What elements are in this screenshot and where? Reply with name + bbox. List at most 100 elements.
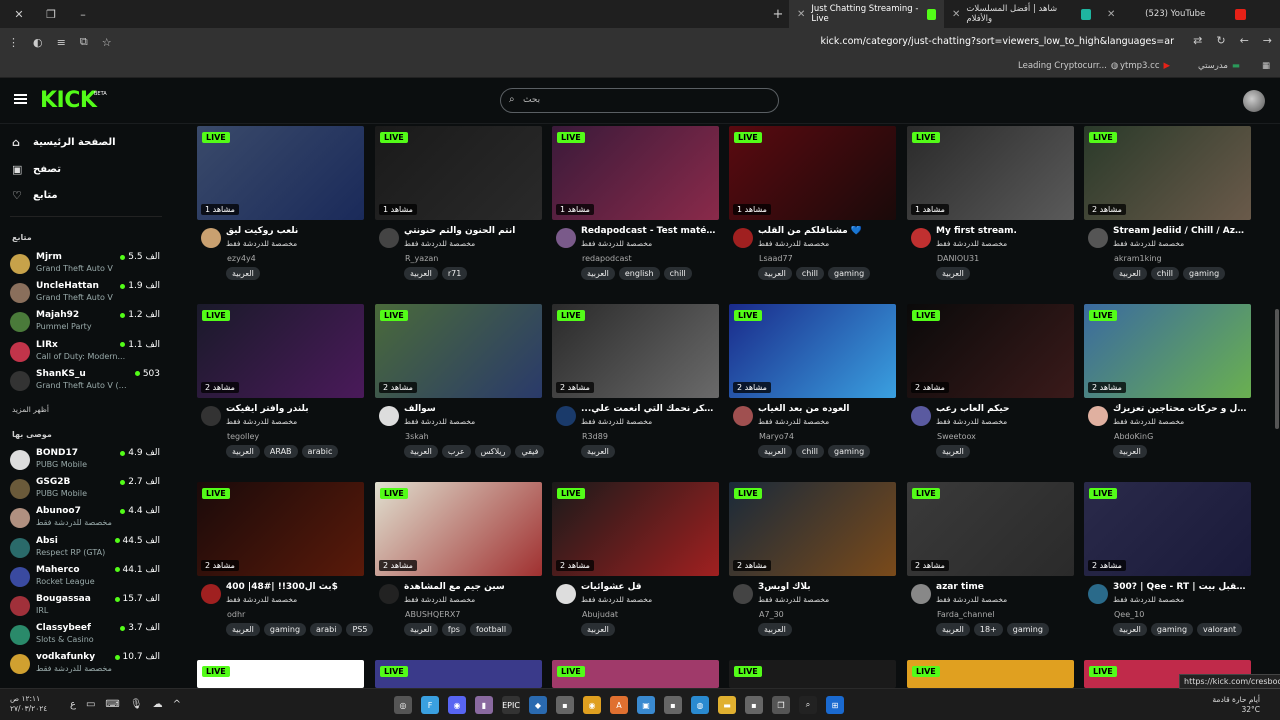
stream-tag[interactable]: العربية: [581, 267, 615, 280]
stream-thumbnail[interactable]: LIVE 2 مشاهد: [1084, 126, 1251, 220]
stream-tag[interactable]: العربية: [226, 623, 260, 636]
stream-tag[interactable]: football: [469, 623, 513, 636]
stream-tag[interactable]: r71: [441, 267, 468, 280]
stream-card[interactable]: LIVE 1 مشاهد نلعب روكيت ليق مخصصة للدردشة ف…: [197, 126, 364, 280]
app-icon[interactable]: ▮: [475, 696, 493, 714]
stream-tag[interactable]: العربية: [581, 445, 615, 458]
stream-thumbnail[interactable]: LIVE: [375, 660, 542, 688]
stream-category[interactable]: مخصصة للدردشة فقط: [226, 239, 297, 248]
app-icon[interactable]: ◆: [529, 696, 547, 714]
streamer-avatar[interactable]: [911, 584, 931, 604]
stream-card[interactable]: LIVE: [197, 660, 364, 688]
stream-tag[interactable]: فيفي: [515, 445, 545, 458]
search-icon[interactable]: ⌕: [799, 696, 817, 714]
stream-tag[interactable]: العربية: [1113, 623, 1147, 636]
stream-tag[interactable]: english: [618, 267, 660, 280]
start-icon[interactable]: ⊞: [826, 696, 844, 714]
stream-card[interactable]: LIVE 1 مشاهد My first stream. مخصصة للدردشة…: [907, 126, 1074, 280]
streamer-name[interactable]: Farda_channel: [937, 610, 995, 619]
app-icon[interactable]: ▪: [745, 696, 763, 714]
stream-card[interactable]: LIVE 2 مشاهد Stream Jediid / Chill / Aza..…: [1084, 126, 1251, 280]
streamer-name[interactable]: ABUSHQERX7: [405, 610, 460, 619]
close-tab-icon[interactable]: ✕: [1107, 9, 1115, 20]
sidebar-item-home[interactable]: ⌂ الصفحة الرئيسية: [12, 136, 116, 149]
stream-tag[interactable]: العربية: [1113, 267, 1147, 280]
stream-thumbnail[interactable]: LIVE 2 مشاهد: [907, 482, 1074, 576]
discord-icon[interactable]: ◉: [448, 696, 466, 714]
stream-title[interactable]: My first stream.: [936, 226, 1071, 236]
streamer-avatar[interactable]: [733, 406, 753, 426]
stream-tag[interactable]: fps: [441, 623, 466, 636]
streamer-avatar[interactable]: [733, 584, 753, 604]
streamer-name[interactable]: Qee_10: [1114, 610, 1144, 619]
stream-tag[interactable]: gaming: [828, 267, 871, 280]
streamer-avatar[interactable]: [379, 406, 399, 426]
stream-category[interactable]: مخصصة للدردشة فقط: [758, 417, 829, 426]
stream-tag[interactable]: PS5: [346, 623, 374, 636]
weather-widget[interactable]: أيام حارة قادمة 32°C: [1212, 695, 1260, 715]
streamer-name[interactable]: Maryo74: [759, 432, 794, 441]
stream-tag[interactable]: valorant: [1197, 623, 1243, 636]
streamer-name[interactable]: 3skah: [405, 432, 429, 441]
app-icon[interactable]: A: [610, 696, 628, 714]
sidebar-channel[interactable]: Classybeef Slots & Casino 3.7 الف: [10, 623, 160, 649]
stream-title[interactable]: حيكم العاب رعب: [936, 404, 1071, 414]
sidebar-channel[interactable]: vodkafunky مخصصة للدردشة فقط 10.7 الف: [10, 652, 160, 678]
streamer-avatar[interactable]: [911, 406, 931, 426]
streamer-avatar[interactable]: [379, 584, 399, 604]
stream-thumbnail[interactable]: LIVE: [729, 660, 896, 688]
streamer-avatar[interactable]: [1088, 584, 1108, 604]
streamer-name[interactable]: Abujudat: [582, 610, 618, 619]
streamer-name[interactable]: tegolley: [227, 432, 259, 441]
stream-thumbnail[interactable]: LIVE: [197, 660, 364, 688]
show-more-link[interactable]: أظهر المزيد: [12, 405, 49, 414]
stream-thumbnail[interactable]: LIVE 2 مشاهد: [375, 482, 542, 576]
streamer-name[interactable]: ezy4y4: [227, 254, 256, 263]
scrollbar[interactable]: [1275, 124, 1279, 684]
stream-card[interactable]: LIVE 1 مشاهد مشتاقلكم من القلب 💙 مخصصة للدر…: [729, 126, 896, 280]
stream-thumbnail[interactable]: LIVE 2 مشاهد: [552, 304, 719, 398]
stream-title[interactable]: 300? | Qee - RT | المستقبل بيت: [1113, 582, 1248, 592]
kick-logo[interactable]: KICK: [40, 88, 97, 113]
stream-category[interactable]: مخصصة للدردشة فقط: [581, 239, 652, 248]
streamer-avatar[interactable]: [379, 228, 399, 248]
bookmark-star-icon[interactable]: ☆: [102, 36, 112, 49]
streamer-avatar[interactable]: [911, 228, 931, 248]
user-avatar[interactable]: [1243, 90, 1265, 112]
close-tab-icon[interactable]: ✕: [952, 9, 960, 20]
stream-title[interactable]: بلاك اوبس3: [758, 582, 893, 592]
stream-tag[interactable]: 18+: [973, 623, 1003, 636]
tab-search-icon[interactable]: ≡: [57, 36, 66, 49]
stream-tag[interactable]: ARAB: [263, 445, 298, 458]
epic-games-icon[interactable]: EPIC: [502, 696, 520, 714]
site-settings-icon[interactable]: ⇄: [1193, 34, 1202, 47]
streamer-name[interactable]: Lsaad77: [759, 254, 793, 263]
sidebar-item-following[interactable]: ♡ متابع: [12, 189, 58, 202]
streamer-avatar[interactable]: [1088, 406, 1108, 426]
stream-card[interactable]: LIVE 2 مشاهد العوده من بعد الغياب مخصصة للد…: [729, 304, 896, 458]
stream-title[interactable]: نلعب روكيت ليق: [226, 226, 361, 236]
stream-tag[interactable]: chill: [1150, 267, 1180, 280]
stream-tag[interactable]: arabic: [301, 445, 339, 458]
streamer-avatar[interactable]: [556, 584, 576, 604]
reload-icon[interactable]: ↻: [1216, 34, 1225, 47]
stream-category[interactable]: مخصصة للدردشة فقط: [936, 417, 1007, 426]
stream-card[interactable]: LIVE 2 مشاهد بلندر وافتر ايفيكت مخصصة للدرد…: [197, 304, 364, 458]
streamer-avatar[interactable]: [556, 228, 576, 248]
streamer-name[interactable]: AbdoKinG: [1114, 432, 1153, 441]
lang-icon[interactable]: ع: [70, 699, 76, 710]
sidebar-channel[interactable]: GSG2B PUBG Mobile 2.7 الف: [10, 477, 160, 503]
stream-card[interactable]: LIVE 2 مشاهد بث ال300!! |#48| 400$ مخصصة لل…: [197, 482, 374, 636]
stream-title[interactable]: مشتاقلكم من القلب 💙: [758, 226, 893, 236]
stream-category[interactable]: مخصصة للدردشة فقط: [1113, 417, 1184, 426]
stream-thumbnail[interactable]: LIVE 1 مشاهد: [552, 126, 719, 220]
app-icon[interactable]: F: [421, 696, 439, 714]
stream-card[interactable]: LIVE: [375, 660, 542, 688]
bookmark-crypto[interactable]: Leading Cryptocurr... ◍: [1018, 61, 1118, 71]
stream-tag[interactable]: العربية: [936, 267, 970, 280]
file-explorer-icon[interactable]: ▬: [718, 696, 736, 714]
tab-kick[interactable]: ✕ Just Chatting Streaming - Live: [789, 0, 944, 28]
stream-category[interactable]: مخصصة للدردشة فقط: [404, 417, 475, 426]
stream-category[interactable]: مخصصة للدردشة فقط: [758, 239, 829, 248]
stream-card[interactable]: LIVE: [552, 660, 719, 688]
